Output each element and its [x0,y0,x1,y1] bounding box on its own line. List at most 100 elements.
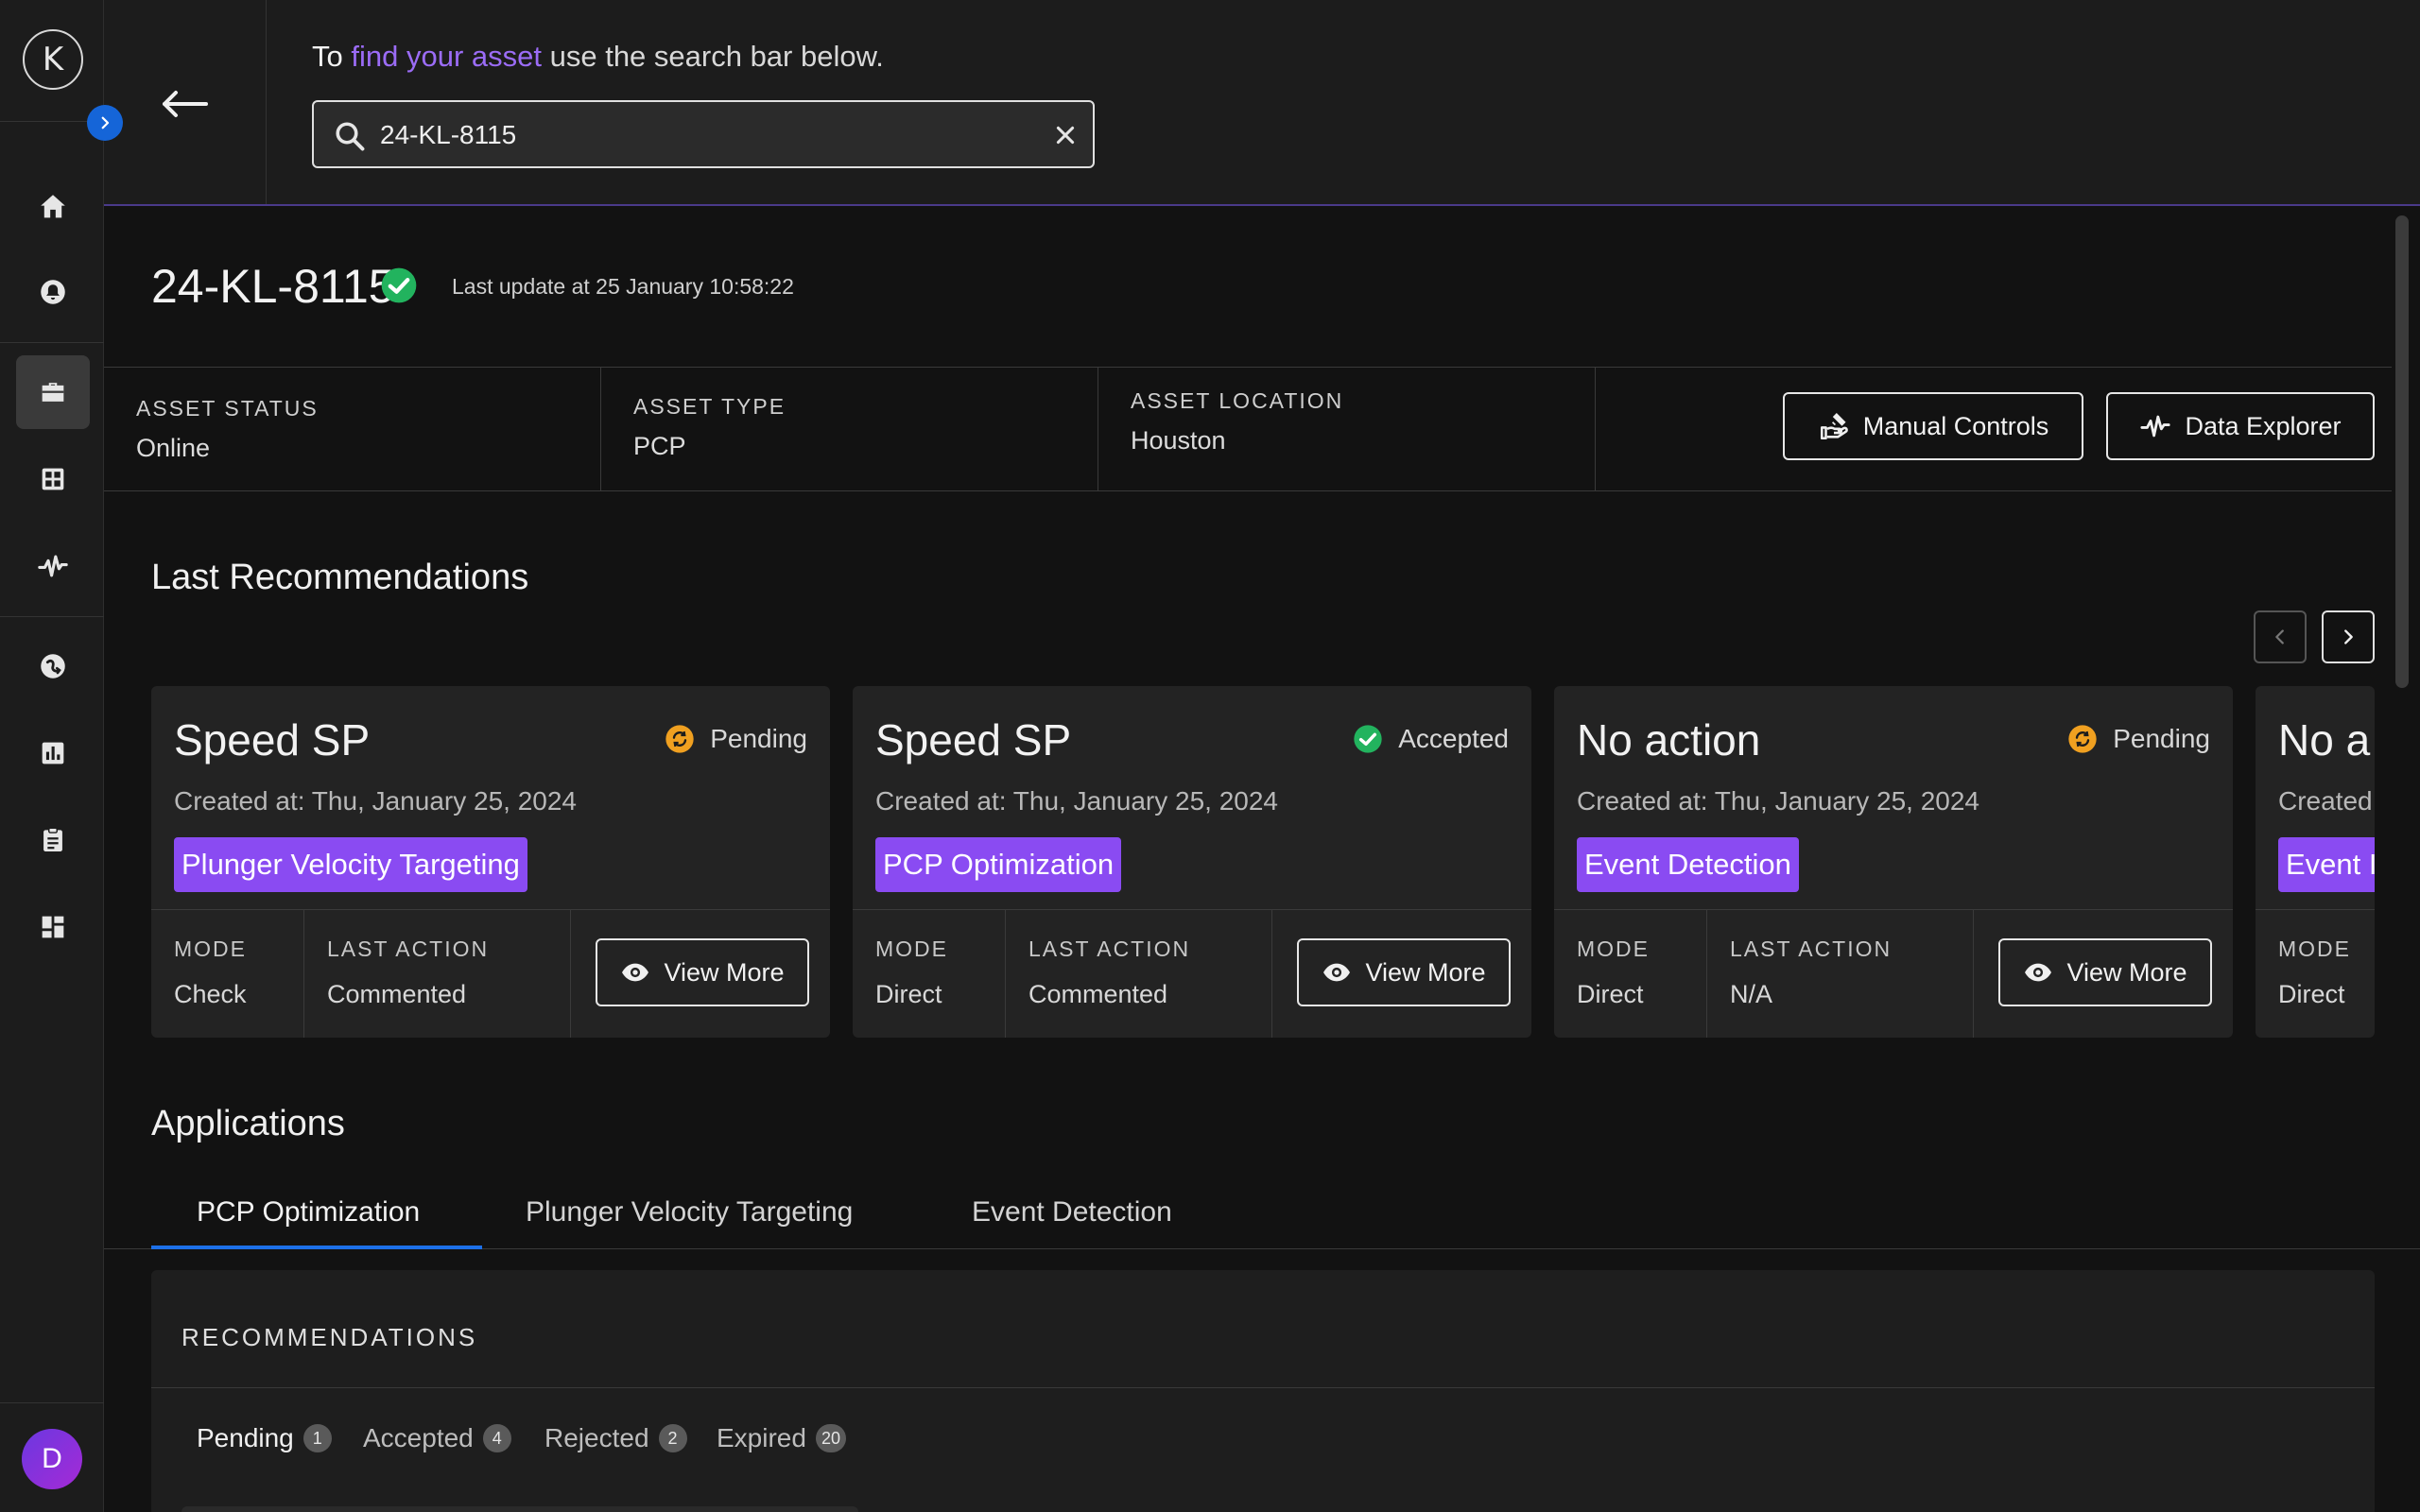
sidebar-item-home[interactable] [16,170,90,244]
accepted-check-icon [1354,725,1382,753]
manual-controls-button[interactable]: Manual Controls [1783,392,2083,460]
last-action-value: Commented [1028,980,1168,1008]
subtab-rejected[interactable]: Rejected 2 [544,1423,687,1453]
dashboard-grid-icon [42,468,64,490]
card-title: Speed SP [174,715,371,765]
view-more-button[interactable]: View More [1297,938,1511,1006]
user-avatar[interactable]: D [22,1429,82,1489]
application-tag[interactable]: Event Detection [1577,837,1799,892]
recommendation-card: Speed SP Pending Created at: Thu, Januar… [151,686,830,1038]
asset-location-value: Houston [1131,426,1226,455]
recommendation-list-item[interactable] [182,1506,858,1512]
sidebar-item-tasks[interactable] [16,803,90,877]
mode-value: Direct [1577,980,1644,1008]
search-box[interactable] [312,100,1095,168]
eye-icon [1323,963,1351,982]
sidebar-item-history[interactable] [16,629,90,703]
subtab-accepted[interactable]: Accepted 4 [363,1423,511,1453]
recommendation-card: Speed SP Accepted Created at: Thu, Janua… [853,686,1531,1038]
card-footer: MODE Direct LAST ACTION N/A View More [1554,909,2233,1038]
active-tab-indicator [151,1246,482,1249]
asset-type-cell: ASSET TYPE PCP [601,368,1098,490]
recommendations-panel-title: RECOMMENDATIONS [182,1323,478,1351]
sidebar-expand-button[interactable] [87,105,123,141]
logo[interactable]: K [23,29,83,90]
subtab-pending[interactable]: Pending 1 [197,1423,332,1453]
sidebar-item-alerts[interactable] [16,255,90,329]
count-badge: 20 [815,1424,846,1452]
count-badge: 2 [658,1424,687,1452]
view-more-button[interactable]: View More [1998,938,2212,1006]
view-more-button[interactable]: View More [596,938,809,1006]
asset-location-label: ASSET LOCATION [1131,388,1344,413]
status-badge: Pending [2067,724,2210,754]
search-hint-tail: use the search bar below. [549,40,884,73]
sidebar-item-pulse[interactable] [16,529,90,603]
subtab-expired[interactable]: Expired 20 [717,1423,846,1453]
count-badge: 1 [302,1424,332,1452]
last-action-cell: LAST ACTION N/A [1707,910,1974,1038]
history-icon [41,654,65,679]
back-panel [104,0,267,204]
mode-value: Direct [2278,980,2345,1008]
close-icon[interactable] [1053,123,1078,147]
carousel-prev-button[interactable] [2254,610,2307,663]
asset-status-value: Online [136,434,211,462]
clipboard-icon [43,827,62,852]
application-tag[interactable]: Event I [2278,837,2375,892]
asset-type-value: PCP [633,432,686,460]
mode-cell: MODE Check [151,910,304,1038]
chevron-right-icon [101,116,110,129]
carousel-next-button[interactable] [2322,610,2375,663]
status-label: Pending [710,724,807,753]
mode-value: Direct [875,980,942,1008]
layout-icon [42,916,64,938]
search-hint: To find your asset use the search bar be… [312,40,884,74]
verified-check-icon [381,267,417,303]
pulse-icon [2140,415,2171,438]
mode-label: MODE [875,936,948,961]
card-footer: MODE Direct LAST ACTION Commented View M… [853,909,1531,1038]
sidebar-item-reports[interactable] [16,716,90,790]
pulse-icon [38,555,68,577]
applications-heading: Applications [151,1104,345,1143]
chevron-right-icon [2344,629,2353,644]
sidebar-item-layout[interactable] [16,890,90,964]
tab-pcp-optimization[interactable]: PCP Optimization [197,1196,420,1228]
recommendations-panel: RECOMMENDATIONS Pending 1 Accepted 4 Rej… [151,1270,2375,1512]
find-asset-link[interactable]: find your asset [351,40,542,73]
search-input[interactable] [380,115,1023,155]
last-action-value: Commented [327,980,467,1008]
application-tag[interactable]: PCP Optimization [875,837,1122,892]
last-action-cell: LAST ACTION Commented [1006,910,1272,1038]
last-action-label: LAST ACTION [1730,936,1893,961]
back-arrow-icon[interactable] [157,83,214,125]
asset-title: 24-KL-8115 [151,260,395,313]
eye-icon [622,963,649,982]
last-action-value: N/A [1730,980,1773,1008]
vertical-scrollbar[interactable] [2395,215,2409,688]
sidebar-divider [0,342,104,343]
application-tag[interactable]: Plunger Velocity Targeting [174,837,527,892]
asset-info-row: ASSET STATUS Online ASSET TYPE PCP ASSET… [104,367,2392,491]
data-explorer-button[interactable]: Data Explorer [2106,392,2375,460]
card-title: No action [1577,715,1761,765]
last-action-label: LAST ACTION [327,936,490,961]
sidebar-item-dashboard[interactable] [16,442,90,516]
asset-location-cell: ASSET LOCATION Houston [1098,368,1596,490]
card-footer: MODE Check LAST ACTION Commented View Mo… [151,909,830,1038]
card-title: No a [2278,715,2371,765]
sidebar-item-assets[interactable] [16,355,90,429]
sidebar-divider [0,616,104,617]
chevron-left-icon [2275,629,2284,644]
tab-plunger-velocity-targeting[interactable]: Plunger Velocity Targeting [526,1196,853,1228]
mode-label: MODE [2278,936,2351,961]
top-header: To find your asset use the search bar be… [104,0,2420,206]
assets-icon [42,383,64,402]
tab-event-detection[interactable]: Event Detection [972,1196,1172,1228]
manual-controls-label: Manual Controls [1862,411,2049,440]
logo-letter: K [42,41,64,78]
view-more-label: View More [1365,957,1486,987]
card-created-date: Created [2278,786,2373,816]
view-more-label: View More [664,957,785,987]
